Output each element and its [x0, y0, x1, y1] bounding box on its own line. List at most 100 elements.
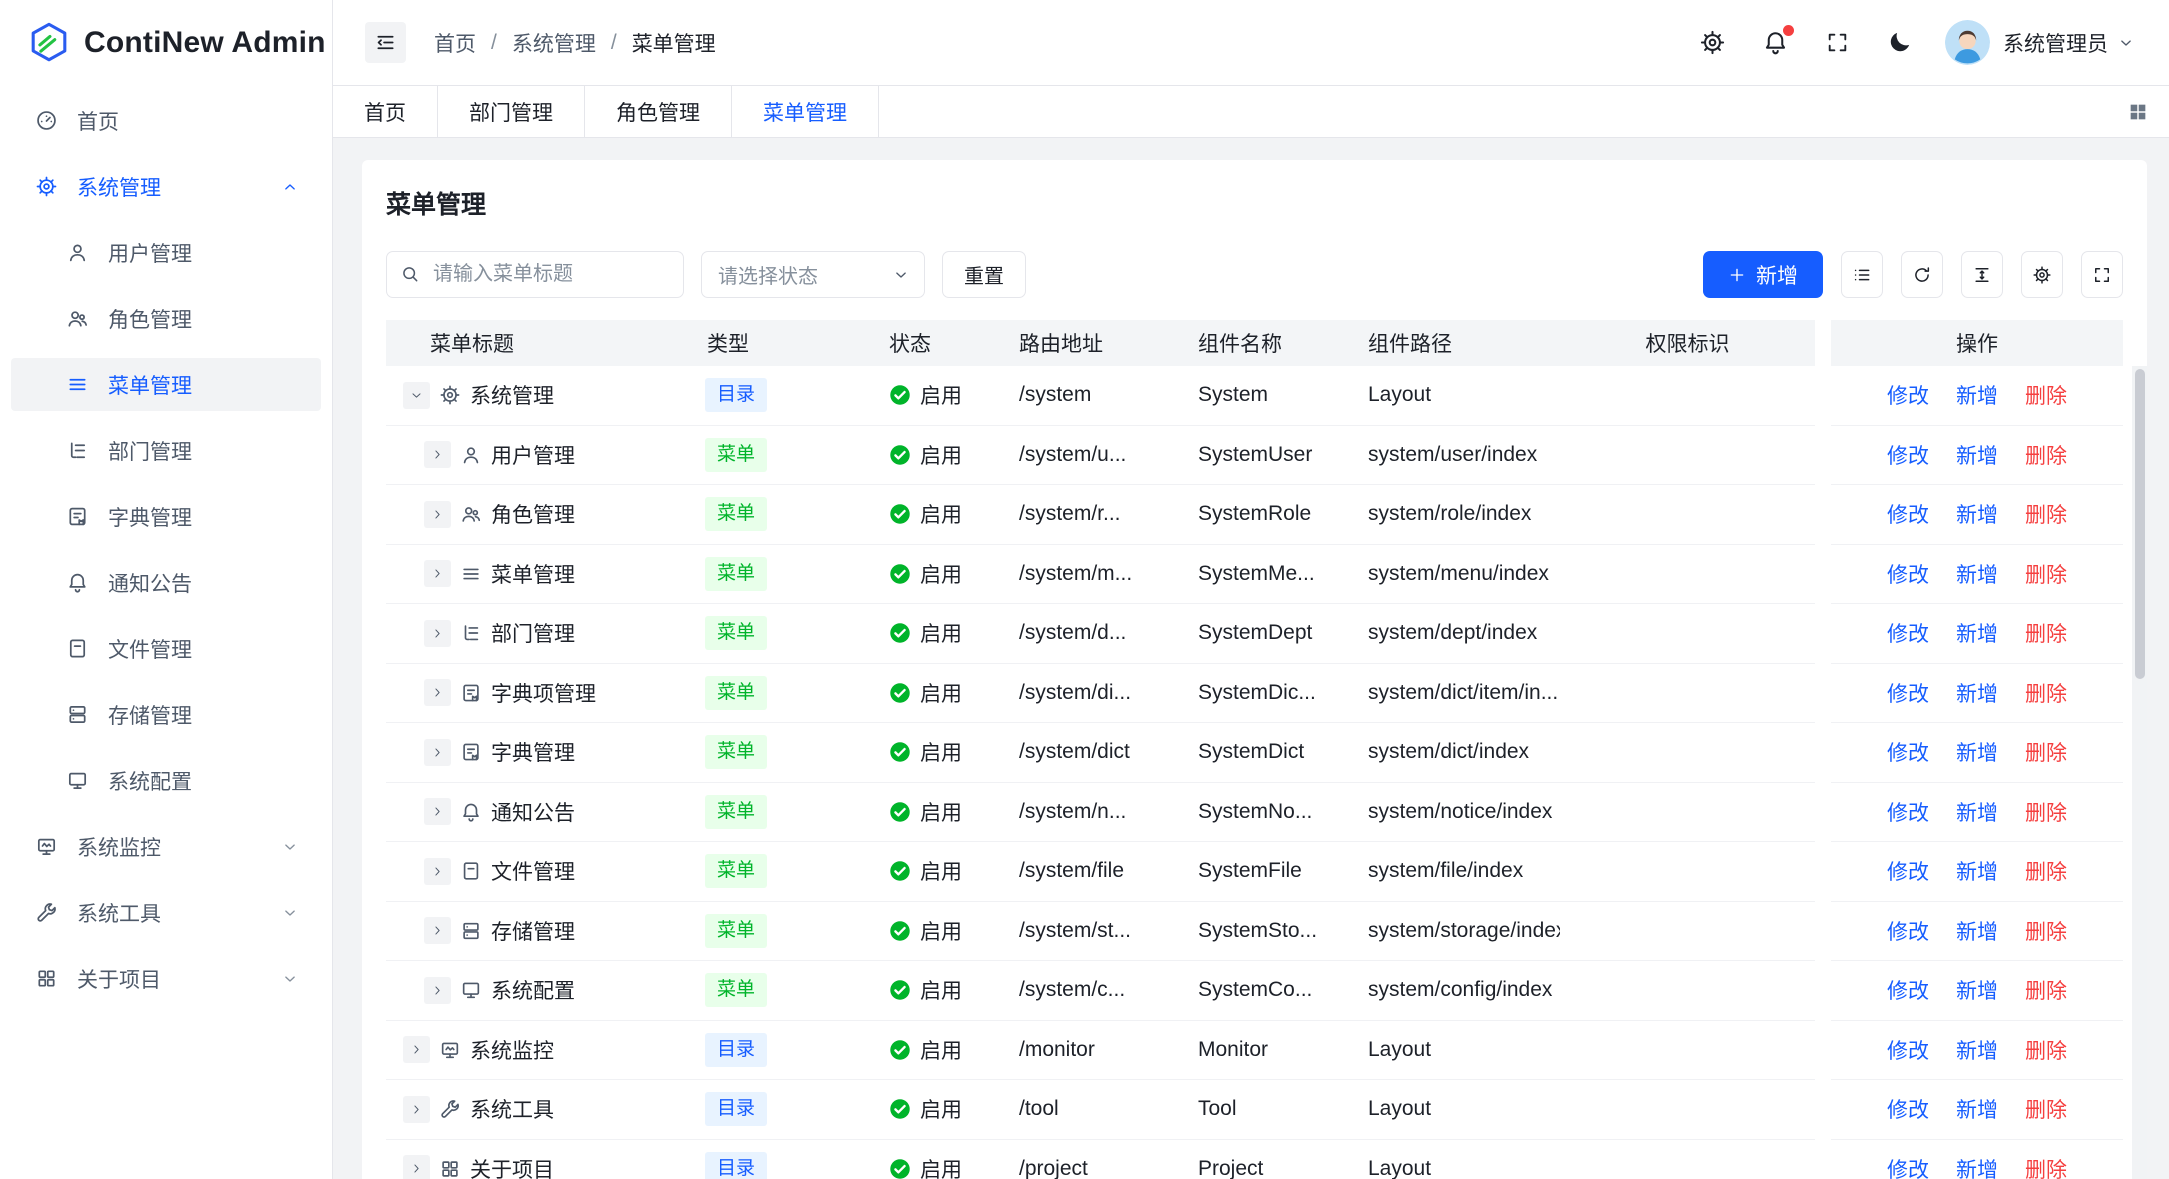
- add-child-link[interactable]: 新增: [1956, 1035, 1998, 1065]
- sidebar-item-系统配置[interactable]: 系统配置: [11, 754, 321, 807]
- list-view-button[interactable]: [1841, 251, 1883, 298]
- edit-link[interactable]: 修改: [1887, 916, 1929, 946]
- delete-link[interactable]: 删除: [2025, 797, 2067, 827]
- add-child-link[interactable]: 新增: [1956, 380, 1998, 410]
- edit-link[interactable]: 修改: [1887, 1035, 1929, 1065]
- chevron-down-icon: [892, 266, 910, 284]
- expand-row-button[interactable]: [424, 560, 451, 587]
- tab-部门管理[interactable]: 部门管理: [438, 86, 585, 137]
- edit-link[interactable]: 修改: [1887, 618, 1929, 648]
- add-child-link[interactable]: 新增: [1956, 737, 1998, 767]
- sidebar-item-通知公告[interactable]: 通知公告: [11, 556, 321, 609]
- sidebar-item-字典管理[interactable]: 字典管理: [11, 490, 321, 543]
- settings-button[interactable]: [1699, 29, 1726, 56]
- edit-link[interactable]: 修改: [1887, 380, 1929, 410]
- status-select[interactable]: 请选择状态: [701, 251, 925, 298]
- reset-button[interactable]: 重置: [942, 251, 1026, 298]
- delete-link[interactable]: 删除: [2025, 737, 2067, 767]
- avatar[interactable]: [1945, 20, 1990, 65]
- add-child-link[interactable]: 新增: [1956, 856, 1998, 886]
- add-child-link[interactable]: 新增: [1956, 975, 1998, 1005]
- sidebar-item-部门管理[interactable]: 部门管理: [11, 424, 321, 477]
- expand-row-button[interactable]: [424, 679, 451, 706]
- sidebar-item-角色管理[interactable]: 角色管理: [11, 292, 321, 345]
- delete-link[interactable]: 删除: [2025, 1094, 2067, 1124]
- delete-link[interactable]: 删除: [2025, 499, 2067, 529]
- expand-row-button[interactable]: [424, 441, 451, 468]
- refresh-button[interactable]: [1901, 251, 1943, 298]
- edit-link[interactable]: 修改: [1887, 678, 1929, 708]
- delete-link[interactable]: 删除: [2025, 975, 2067, 1005]
- sidebar-item-存储管理[interactable]: 存储管理: [11, 688, 321, 741]
- edit-link[interactable]: 修改: [1887, 559, 1929, 589]
- add-child-link[interactable]: 新增: [1956, 1154, 1998, 1179]
- expand-row-button[interactable]: [403, 1155, 430, 1179]
- tab-首页[interactable]: 首页: [333, 86, 438, 137]
- edit-link[interactable]: 修改: [1887, 737, 1929, 767]
- add-child-link[interactable]: 新增: [1956, 916, 1998, 946]
- add-button[interactable]: 新增: [1703, 251, 1823, 298]
- add-child-link[interactable]: 新增: [1956, 797, 1998, 827]
- fullscreen-button[interactable]: [1825, 30, 1850, 55]
- theme-toggle-button[interactable]: [1886, 29, 1913, 56]
- tab-菜单管理[interactable]: 菜单管理: [732, 86, 879, 137]
- expand-row-button[interactable]: [424, 977, 451, 1004]
- expand-row-button[interactable]: [424, 620, 451, 647]
- delete-link[interactable]: 删除: [2025, 559, 2067, 589]
- edit-link[interactable]: 修改: [1887, 856, 1929, 886]
- notification-dot: [1783, 25, 1794, 36]
- sidebar-item-系统管理[interactable]: 系统管理: [11, 160, 321, 213]
- search-input[interactable]: [386, 251, 684, 298]
- expand-row-button[interactable]: [424, 798, 451, 825]
- edit-link[interactable]: 修改: [1887, 499, 1929, 529]
- add-child-link[interactable]: 新增: [1956, 678, 1998, 708]
- expand-row-button[interactable]: [403, 1036, 430, 1063]
- sidebar-item-系统监控[interactable]: 系统监控: [11, 820, 321, 873]
- edit-link[interactable]: 修改: [1887, 1154, 1929, 1179]
- delete-link[interactable]: 删除: [2025, 916, 2067, 946]
- sidebar-item-首页[interactable]: 首页: [11, 94, 321, 147]
- table-scrollbar[interactable]: [2132, 366, 2147, 1179]
- breadcrumb-item-系统管理[interactable]: 系统管理: [512, 28, 596, 58]
- user-menu[interactable]: 系统管理员: [2003, 28, 2135, 58]
- tab-角色管理[interactable]: 角色管理: [585, 86, 732, 137]
- table-row: 系统监控 目录 启用 /monitor Monitor Layout 修改 新增…: [386, 1021, 2123, 1081]
- table-fullscreen-button[interactable]: [2081, 251, 2123, 298]
- delete-link[interactable]: 删除: [2025, 1154, 2067, 1179]
- tree-icon: [460, 622, 482, 644]
- sidebar-item-关于项目[interactable]: 关于项目: [11, 952, 321, 1005]
- scrollbar-thumb[interactable]: [2135, 369, 2145, 679]
- delete-link[interactable]: 删除: [2025, 678, 2067, 708]
- add-child-link[interactable]: 新增: [1956, 440, 1998, 470]
- expand-row-button[interactable]: [424, 917, 451, 944]
- expand-row-button[interactable]: [403, 1096, 430, 1123]
- row-height-button[interactable]: [1961, 251, 2003, 298]
- column-header-类型: 类型: [700, 320, 880, 366]
- edit-link[interactable]: 修改: [1887, 797, 1929, 827]
- sidebar-collapse-button[interactable]: [365, 22, 406, 63]
- edit-link[interactable]: 修改: [1887, 975, 1929, 1005]
- add-child-link[interactable]: 新增: [1956, 1094, 1998, 1124]
- expand-row-button[interactable]: [424, 858, 451, 885]
- column-settings-button[interactable]: [2021, 251, 2063, 298]
- expand-row-button[interactable]: [424, 739, 451, 766]
- edit-link[interactable]: 修改: [1887, 1094, 1929, 1124]
- delete-link[interactable]: 删除: [2025, 856, 2067, 886]
- collapse-row-button[interactable]: [403, 382, 430, 409]
- delete-link[interactable]: 删除: [2025, 380, 2067, 410]
- breadcrumb-item-首页[interactable]: 首页: [434, 28, 476, 58]
- delete-link[interactable]: 删除: [2025, 1035, 2067, 1065]
- edit-link[interactable]: 修改: [1887, 440, 1929, 470]
- add-child-link[interactable]: 新增: [1956, 618, 1998, 648]
- tab-actions-button[interactable]: [2107, 86, 2169, 137]
- delete-link[interactable]: 删除: [2025, 618, 2067, 648]
- add-child-link[interactable]: 新增: [1956, 559, 1998, 589]
- sidebar-item-用户管理[interactable]: 用户管理: [11, 226, 321, 279]
- sidebar-item-菜单管理[interactable]: 菜单管理: [11, 358, 321, 411]
- sidebar-item-系统工具[interactable]: 系统工具: [11, 886, 321, 939]
- sidebar-item-文件管理[interactable]: 文件管理: [11, 622, 321, 675]
- delete-link[interactable]: 删除: [2025, 440, 2067, 470]
- expand-row-button[interactable]: [424, 501, 451, 528]
- notifications-button[interactable]: [1762, 29, 1789, 56]
- add-child-link[interactable]: 新增: [1956, 499, 1998, 529]
